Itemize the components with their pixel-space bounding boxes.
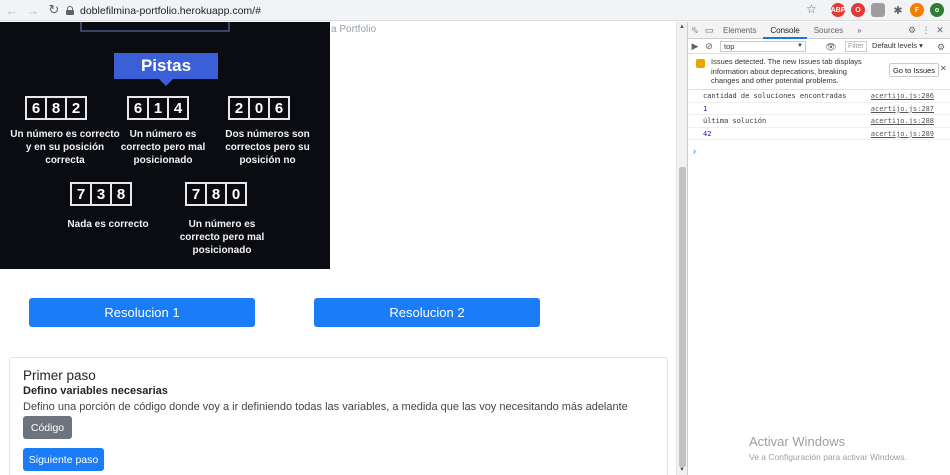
devtools-tabbar: ⬁ ▭ Elements Console Sources » ⚙ ⋮ ✕ — [688, 22, 950, 39]
page-scrollbar[interactable]: ▲ ▼ — [676, 22, 687, 475]
scroll-thumb[interactable] — [679, 167, 686, 467]
portfolio-link-partial[interactable]: a Portfolio — [331, 24, 376, 35]
shield-icon[interactable] — [871, 3, 885, 17]
log-levels-select[interactable]: Default levels ▾ — [872, 41, 923, 50]
digit: 6 — [268, 96, 290, 120]
activation-watermark-title: Activar Windows — [749, 434, 846, 449]
console-log-row: cantidad de soluciones encontradas acert… — [688, 90, 950, 103]
log-message: 42 — [703, 129, 712, 138]
tab-console[interactable]: Console — [763, 22, 807, 39]
step-card: Primer paso Defino variables necesarias … — [9, 357, 668, 475]
dismiss-issues-icon[interactable]: ✕ — [940, 64, 947, 73]
code-4: 7 3 8 — [70, 182, 132, 206]
chevron-down-icon: ▼ — [797, 42, 803, 49]
warning-icon — [696, 59, 705, 68]
kebab-menu-icon[interactable]: ⋮ — [919, 23, 933, 37]
hint-4: Nada es correcto — [67, 219, 149, 230]
issues-text: Issues detected. The new Issues tab disp… — [711, 57, 862, 85]
hint-2: Un número es correcto pero mal posiciona… — [120, 129, 206, 166]
card-text: Defino una porción de código donde voy a… — [23, 401, 628, 413]
resolucion-1-button[interactable]: Resolucion 1 — [29, 298, 255, 327]
code-5: 7 8 0 — [185, 182, 247, 206]
lock-icon — [66, 6, 74, 15]
card-title: Primer paso — [23, 368, 96, 383]
card-subtitle: Defino variables necesarias — [23, 385, 168, 397]
log-message: cantidad de soluciones encontradas — [703, 92, 847, 100]
log-source-link[interactable]: acertijo.js:286 — [871, 90, 934, 102]
back-icon[interactable]: ← — [3, 1, 21, 19]
digit: 1 — [147, 96, 169, 120]
log-source-link[interactable]: acertijo.js:288 — [871, 115, 934, 127]
opera-icon[interactable]: O — [851, 3, 865, 17]
digit: 8 — [110, 182, 132, 206]
next-step-button[interactable]: Siguiente paso — [23, 448, 104, 471]
extension-green-icon[interactable]: o — [930, 3, 944, 17]
inspect-icon[interactable]: ⬁ — [688, 23, 702, 37]
digit: 2 — [65, 96, 87, 120]
scroll-up-icon[interactable]: ▲ — [679, 24, 685, 30]
filter-input[interactable]: Filter — [845, 41, 867, 52]
more-tabs-icon[interactable]: » — [850, 22, 868, 39]
adblock-icon[interactable]: ABP — [831, 3, 845, 17]
hint-5: Un número es correcto pero mal posiciona… — [179, 219, 265, 256]
pistas-banner: Pistas — [114, 53, 218, 79]
decorative-frame — [80, 22, 230, 32]
console-log-row: 42 acertijo.js:289 — [688, 128, 950, 140]
banner-pointer — [159, 79, 173, 86]
code-button[interactable]: Código — [23, 416, 72, 439]
log-message: 1 — [703, 104, 708, 113]
digit: 8 — [205, 182, 227, 206]
tab-sources[interactable]: Sources — [807, 22, 850, 39]
digit: 7 — [70, 182, 92, 206]
console-settings-icon[interactable]: ⚙ — [934, 40, 948, 54]
bookmark-star-icon[interactable]: ☆ — [806, 2, 817, 16]
code-3: 2 0 6 — [228, 96, 290, 120]
eye-icon[interactable]: 👁 — [824, 40, 838, 54]
puzzle-image: Pistas 6 8 2 Un número es correcto y en … — [0, 22, 330, 269]
console-log-row: última solución acertijo.js:288 — [688, 115, 950, 128]
context-value: top — [724, 41, 735, 51]
console-log-row: 1 acertijo.js:287 — [688, 103, 950, 115]
digit: 0 — [248, 96, 270, 120]
settings-gear-icon[interactable]: ⚙ — [905, 23, 919, 37]
context-select[interactable]: top ▼ — [720, 40, 806, 52]
digit: 6 — [25, 96, 47, 120]
code-1: 6 8 2 — [25, 96, 87, 120]
issues-banner: Issues detected. The new Issues tab disp… — [688, 54, 950, 90]
digit: 2 — [228, 96, 250, 120]
hint-3: Dos números son correctos pero su posici… — [225, 129, 310, 166]
console-prompt[interactable]: › — [693, 146, 696, 156]
close-icon[interactable]: ✕ — [933, 23, 947, 37]
sidebar-toggle-icon[interactable]: ▶ — [688, 39, 702, 53]
devtools-panel: ⬁ ▭ Elements Console Sources » ⚙ ⋮ ✕ ▶ ⊘… — [687, 22, 950, 475]
hint-1: Un número es correcto y en su posición c… — [10, 129, 120, 166]
digit: 6 — [127, 96, 149, 120]
clear-console-icon[interactable]: ⊘ — [702, 39, 716, 53]
puzzle-icon[interactable]: ✱ — [891, 3, 905, 17]
log-source-link[interactable]: acertijo.js:287 — [871, 103, 934, 115]
log-message: última solución — [703, 117, 767, 125]
device-toggle-icon[interactable]: ▭ — [702, 23, 716, 37]
forward-icon[interactable]: → — [24, 1, 42, 19]
console-toolbar: ▶ ⊘ top ▼ 👁 Filter Default levels ▾ ⚙ — [688, 39, 950, 54]
profile-avatar[interactable]: F — [910, 3, 924, 17]
code-2: 6 1 4 — [127, 96, 189, 120]
digit: 8 — [45, 96, 67, 120]
page-viewport: a Portfolio Pistas 6 8 2 Un número es co… — [0, 22, 676, 475]
address-bar[interactable]: doblefilmina-portfolio.herokuapp.com/# — [66, 2, 826, 19]
activation-watermark-subtitle: Ve a Configuración para activar Windows. — [749, 452, 907, 462]
resolucion-2-button[interactable]: Resolucion 2 — [314, 298, 540, 327]
digit: 4 — [167, 96, 189, 120]
url-text: doblefilmina-portfolio.herokuapp.com/# — [80, 4, 261, 17]
go-to-issues-button[interactable]: Go to Issues — [889, 63, 939, 77]
digit: 0 — [225, 182, 247, 206]
digit: 7 — [185, 182, 207, 206]
tab-elements[interactable]: Elements — [716, 22, 763, 39]
scroll-down-icon[interactable]: ▼ — [679, 467, 685, 473]
log-source-link[interactable]: acertijo.js:289 — [871, 128, 934, 140]
reload-icon[interactable]: ↻ — [45, 1, 63, 19]
digit: 3 — [90, 182, 112, 206]
browser-toolbar: ← → ↻ doblefilmina-portfolio.herokuapp.c… — [0, 0, 950, 21]
